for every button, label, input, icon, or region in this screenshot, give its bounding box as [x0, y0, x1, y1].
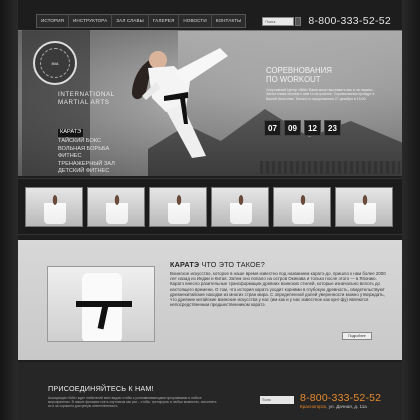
footer-city: Красногорск, — [300, 404, 328, 409]
content-title: КАРАТЭ ЧТО ЭТО ТАКОЕ? — [170, 260, 265, 269]
nav-item-news[interactable]: Новости — [179, 14, 212, 28]
karate-fighter-image — [132, 48, 228, 158]
content-text: Воинское искусство, которое в наше время… — [170, 271, 386, 308]
search-button[interactable] — [295, 16, 302, 26]
event-title-2: по Workout — [266, 75, 321, 84]
gallery-thumb[interactable] — [87, 186, 145, 227]
event-title-1: Соревнования — [266, 66, 332, 75]
logo[interactable]: IMA — [33, 41, 77, 85]
search-input[interactable]: Поиск — [262, 16, 295, 26]
footer-phone: 8-800-333-52-52 — [300, 392, 382, 404]
nav-item-hall-of-fame[interactable]: Зал славы — [112, 14, 149, 28]
gallery-thumb[interactable] — [335, 186, 393, 227]
nav-item-contacts[interactable]: Контакты — [212, 14, 246, 28]
countdown-days: 07 — [264, 120, 281, 136]
left-edge — [0, 0, 18, 420]
gallery-thumb[interactable] — [273, 186, 331, 227]
nav-item-gallery[interactable]: Галерея — [149, 14, 180, 28]
event-text: Спортивный Центр «IMA» Вами могут выстав… — [266, 88, 375, 101]
countdown-minutes: 12 — [304, 120, 321, 136]
join-text: Ассоциация «IMA» ждет любителей всех вид… — [48, 396, 217, 409]
nav-item-history[interactable]: История — [37, 14, 70, 28]
photo-gallery — [18, 178, 402, 235]
event-block: Соревнования по Workout Спортивный Центр… — [266, 66, 376, 101]
header-phone: 8-800-333-52-52 — [308, 15, 392, 27]
nav-item-instructors[interactable]: Инструктора — [69, 14, 113, 28]
gallery-thumb[interactable] — [149, 186, 207, 227]
countdown-seconds: 23 — [324, 120, 341, 136]
right-edge — [402, 0, 420, 420]
sport-menu-karate[interactable]: Каратэ — [58, 129, 84, 137]
countdown: 07 09 12 23 — [264, 120, 341, 136]
page: История Инструктора Зал славы Галерея Но… — [0, 0, 420, 420]
join-title: ПРИСОЕДИНЯЙТЕСЬ К НАМ! — [48, 384, 154, 393]
footer-search-input[interactable]: Поиск — [260, 396, 294, 404]
karate-belt-photo — [47, 266, 155, 342]
content-title-rest: ЧТО ЭТО ТАКОЕ? — [199, 260, 265, 269]
gallery-thumb[interactable] — [211, 186, 269, 227]
gallery-thumb[interactable] — [25, 186, 83, 227]
footer-address: Красногорск, ул. Дачная, д. 11а — [300, 404, 367, 409]
countdown-hours: 09 — [284, 120, 301, 136]
footer-street: ул. Дачная, д. 11а — [327, 404, 367, 409]
hero-stripe — [260, 161, 400, 174]
top-bar: История Инструктора Зал славы Галерея Но… — [36, 11, 394, 31]
sport-menu-kids-fitness[interactable]: Детский фитнес — [58, 168, 138, 176]
content-title-bold: КАРАТЭ — [170, 260, 200, 269]
main-nav: История Инструктора Зал славы Галерея Но… — [36, 14, 247, 28]
logo-emblem-icon: IMA — [40, 48, 70, 78]
more-button[interactable]: Подробнее — [342, 332, 372, 340]
